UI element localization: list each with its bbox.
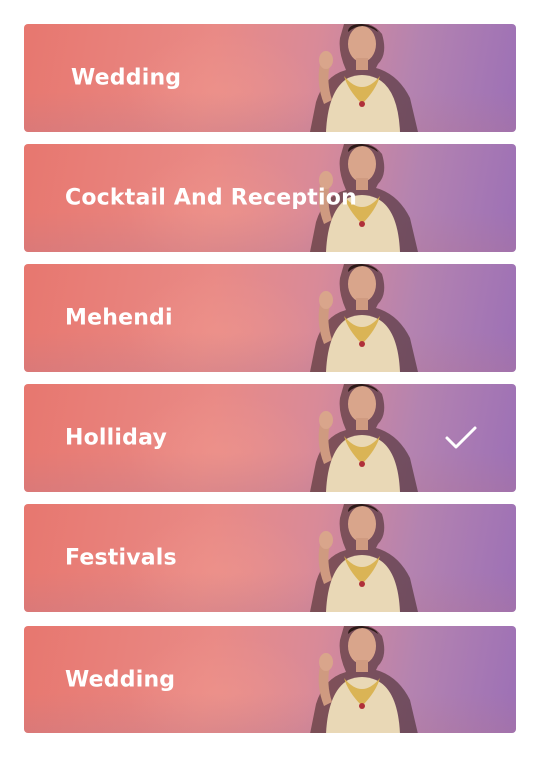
checkmark-icon — [444, 425, 478, 451]
occasion-card-wedding-2[interactable]: Wedding — [24, 626, 516, 733]
model-photo — [286, 24, 436, 132]
occasion-label: Holliday — [65, 425, 168, 451]
model-photo — [286, 504, 436, 612]
occasion-label: Wedding — [71, 65, 182, 91]
occasion-card-wedding[interactable]: Wedding — [24, 24, 516, 132]
occasion-label: Wedding — [65, 667, 176, 692]
model-photo — [286, 264, 436, 372]
occasion-card-festivals[interactable]: Festivals — [24, 504, 516, 612]
occasion-card-holliday[interactable]: Holliday — [24, 384, 516, 492]
occasion-label: Mehendi — [65, 305, 173, 331]
occasion-list: Wedding Cocktail And Reception Mehendi H… — [0, 0, 540, 765]
occasion-label: Festivals — [65, 545, 177, 571]
occasion-card-cocktail-and-reception[interactable]: Cocktail And Reception — [24, 144, 516, 252]
occasion-label: Cocktail And Reception — [65, 185, 357, 211]
occasion-card-mehendi[interactable]: Mehendi — [24, 264, 516, 372]
model-photo — [286, 384, 436, 492]
model-photo — [286, 626, 436, 733]
